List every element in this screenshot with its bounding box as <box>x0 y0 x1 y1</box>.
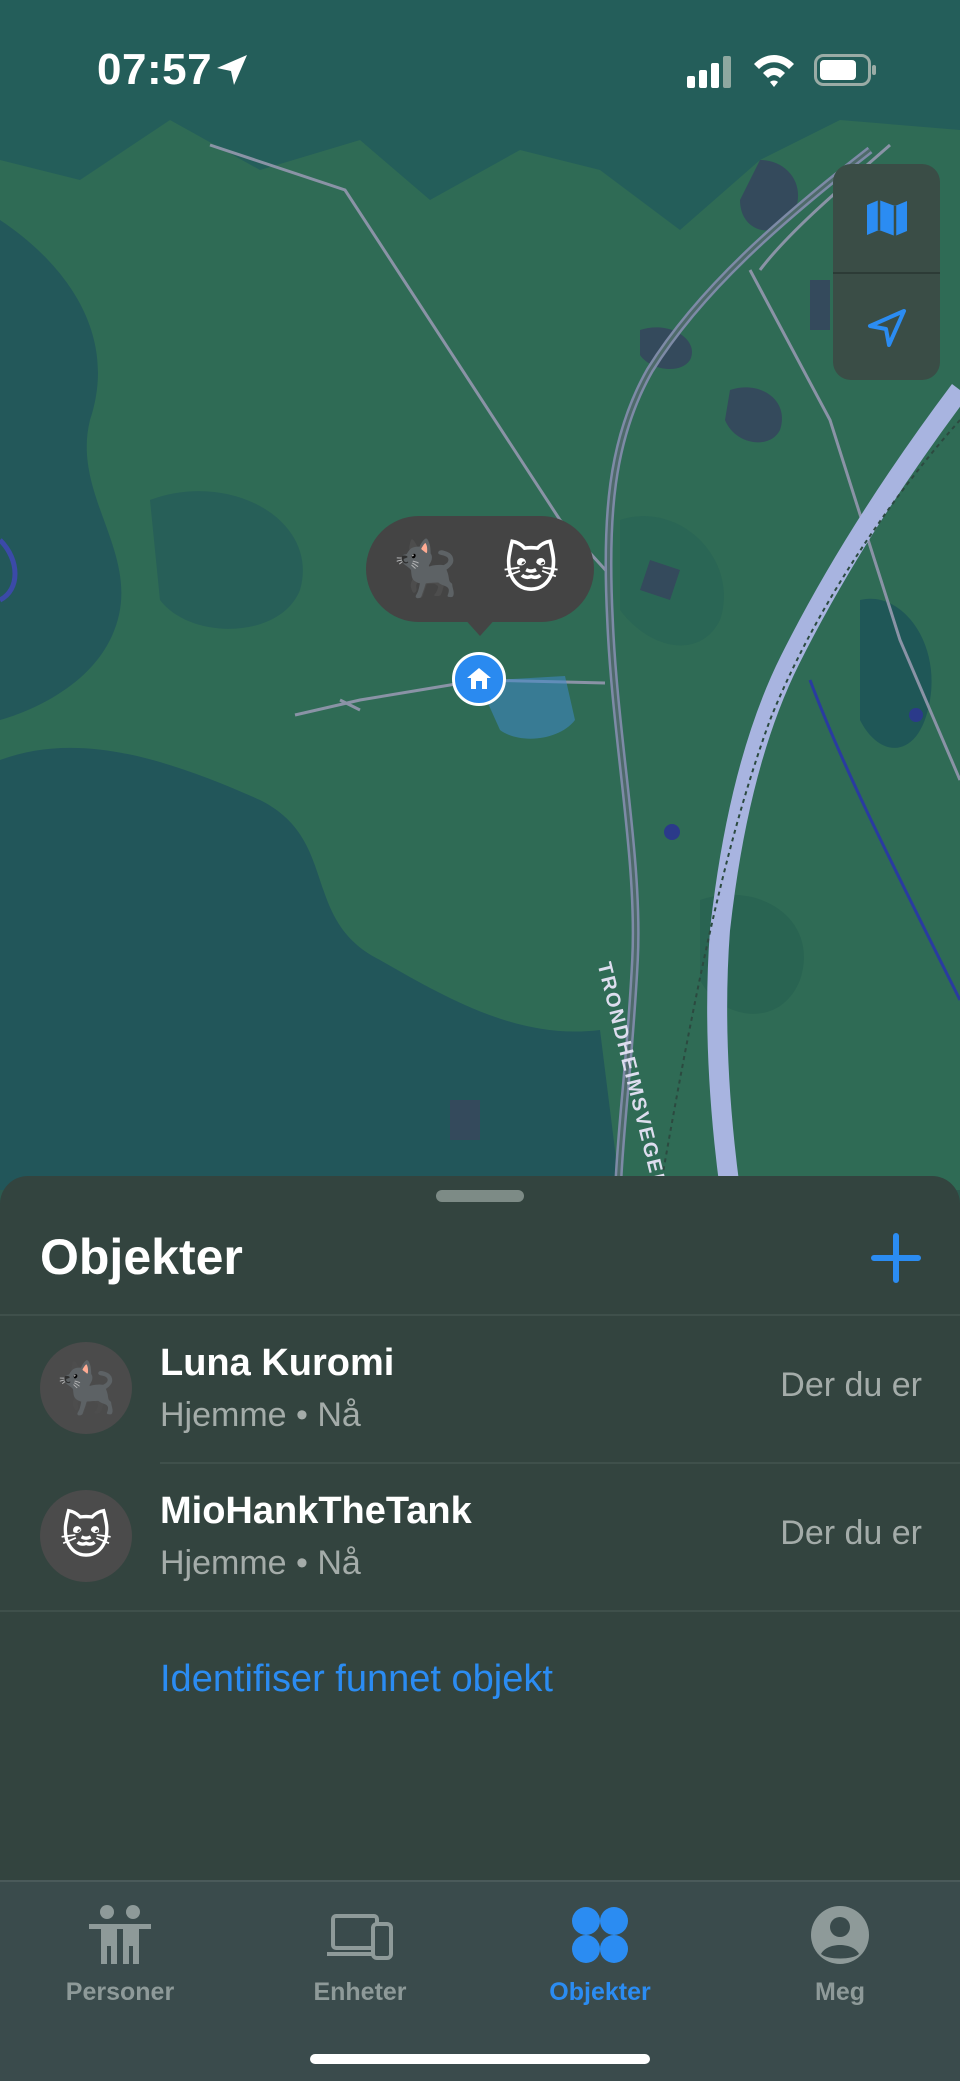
item-distance: Der du er <box>780 1366 922 1404</box>
tab-label: Personer <box>65 1978 175 2006</box>
map-view[interactable]: TRONDHEIMSVEGEN-KLØFTA 🐈‍⬛ 🐱 <box>0 0 960 1290</box>
people-icon <box>89 1905 151 1964</box>
sheet-grabber[interactable] <box>436 1190 524 1202</box>
map-mode-button[interactable] <box>833 164 940 271</box>
item-name: MioHankTheTank <box>160 1490 472 1532</box>
tab-me[interactable]: Meg <box>720 1890 960 2010</box>
home-location-pin[interactable] <box>452 652 506 706</box>
item-avatar: 🐈‍⬛ <box>40 1342 132 1434</box>
track-location-button[interactable] <box>833 274 940 381</box>
tab-bar-divider <box>0 1880 960 1882</box>
item-avatar: 🐱 <box>40 1490 132 1582</box>
item-distance: Der du er <box>780 1514 922 1552</box>
location-services-icon <box>217 55 247 85</box>
tab-label: Meg <box>815 1978 865 2006</box>
tab-bar: Personer Enheter Objekter Meg <box>0 1880 960 2081</box>
tab-label: Objekter <box>549 1978 651 2006</box>
list-item[interactable]: 🐈‍⬛ Luna Kuromi Hjemme • Nå Der du er <box>0 1316 960 1462</box>
item-subtitle: Hjemme • Nå <box>160 1396 361 1434</box>
status-time: 07:57 <box>97 45 213 94</box>
tab-items[interactable]: Objekter <box>480 1890 720 2010</box>
home-indicator <box>310 2054 650 2064</box>
sheet-title: Objekter <box>40 1229 243 1285</box>
map-controls <box>833 164 940 380</box>
item-subtitle: Hjemme • Nå <box>160 1544 361 1582</box>
callout-pointer <box>462 616 498 636</box>
devices-icon <box>327 1914 393 1960</box>
person-circle-icon <box>811 1906 869 1964</box>
identify-found-item-link[interactable]: Identifiser funnet objekt <box>160 1658 553 1701</box>
item-name: Luna Kuromi <box>160 1342 395 1384</box>
list-item[interactable]: 🐱 MioHankTheTank Hjemme • Nå Der du er <box>0 1464 960 1610</box>
home-icon <box>467 668 491 689</box>
tab-label: Enheter <box>313 1978 407 2006</box>
cellular-signal-icon <box>687 56 731 88</box>
status-bar: 07:57 <box>0 0 960 140</box>
location-arrow-icon <box>867 308 906 347</box>
pet-marker-black-cat[interactable]: 🐈‍⬛ <box>390 534 460 604</box>
tab-devices[interactable]: Enheter <box>240 1890 480 2010</box>
pet-marker-cat[interactable]: 🐱 <box>496 534 566 604</box>
tab-people[interactable]: Personer <box>0 1890 240 2010</box>
items-icon <box>572 1907 628 1963</box>
add-item-button[interactable] <box>866 1228 926 1288</box>
items-cluster-callout[interactable]: 🐈‍⬛ 🐱 <box>366 516 594 622</box>
map-icon <box>866 199 907 236</box>
wifi-icon <box>754 55 794 87</box>
battery-icon <box>814 54 876 86</box>
list-bottom-divider <box>0 1610 960 1612</box>
